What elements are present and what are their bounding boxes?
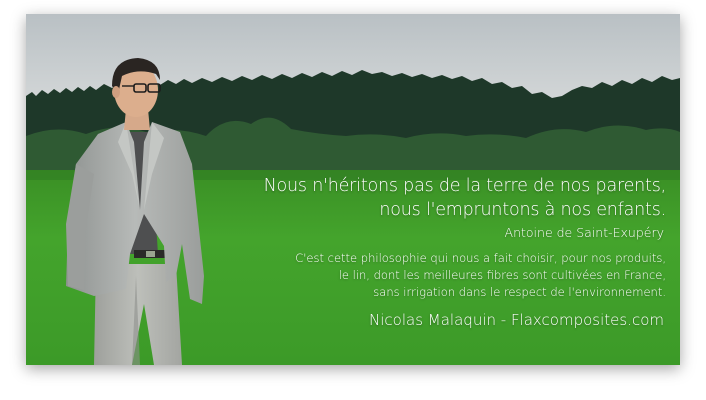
description-text: C'est cette philosophie qui nous a fait … [206,250,666,301]
signature: Nicolas Malaquin - Flaxcomposites.com [369,311,664,329]
quote-line-1: Nous n'héritons pas de la terre de nos p… [263,176,667,196]
quote-author: Antoine de Saint-Exupéry [504,225,664,240]
description-line-1: C'est cette philosophie qui nous a fait … [295,251,666,265]
quote-block: Nous n'héritons pas de la terre de nos p… [206,174,667,330]
quote-line-2: nous l'empruntons à nos enfants. [379,200,666,220]
description-line-3: sans irrigation dans le respect de l'env… [373,285,666,299]
photo-frame: Nous n'héritons pas de la terre de nos p… [26,14,680,365]
description-line-2: le lin, dont les meilleures fibres sont … [338,268,666,282]
